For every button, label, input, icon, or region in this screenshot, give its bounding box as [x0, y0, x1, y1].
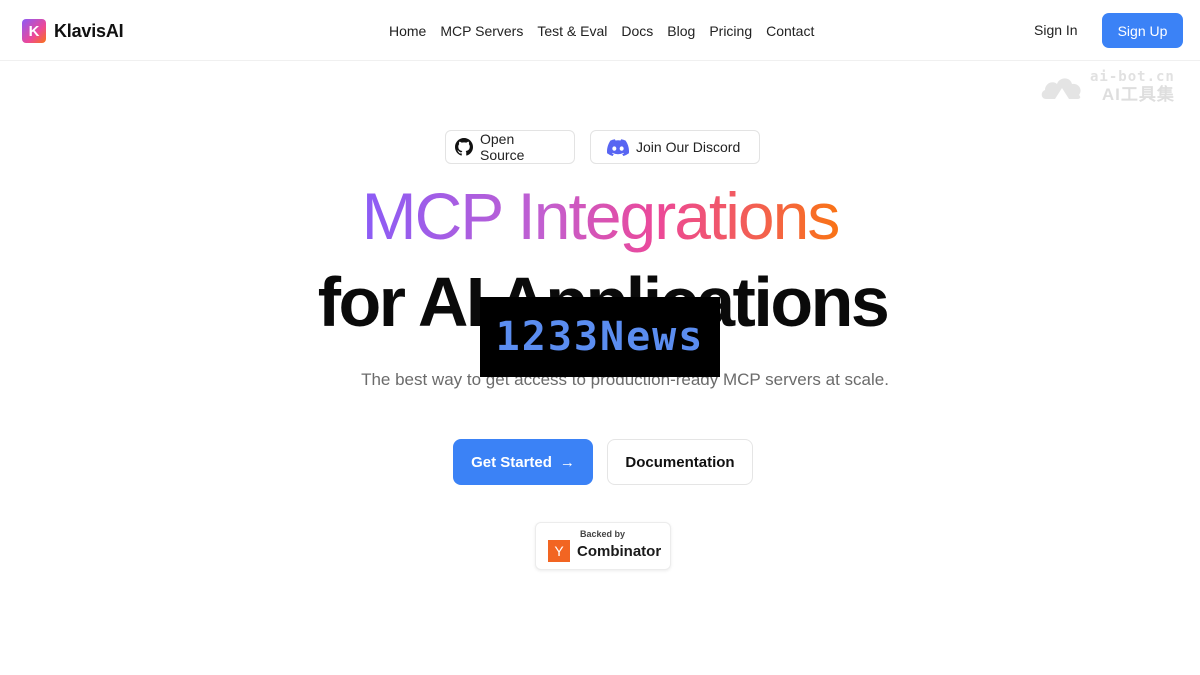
hero-gradient-text: MCP Integrations [361, 179, 841, 253]
documentation-button[interactable]: Documentation [607, 439, 753, 485]
hero-title-line1: MCP Integrations [0, 178, 1200, 254]
nav-pricing[interactable]: Pricing [709, 23, 752, 39]
discord-icon [607, 138, 629, 156]
open-source-label: Open Source [480, 131, 525, 163]
nav-contact[interactable]: Contact [766, 23, 814, 39]
join-discord-button[interactable]: Join Our Discord [590, 130, 760, 164]
arrow-right-icon: → [559, 453, 575, 471]
join-discord-label: Join Our Discord [636, 139, 741, 155]
overlay-watermark-badge: 1233News [480, 297, 720, 377]
sign-in-link[interactable]: Sign In [1034, 22, 1078, 38]
yc-backed-badge[interactable]: Backed by Y Combinator [535, 522, 671, 570]
watermark: ai-bot.cn AI工具集 [1040, 70, 1175, 103]
overlay-watermark-text: 1233News [495, 314, 705, 360]
brand-logo[interactable]: K KlavisAI [22, 19, 124, 43]
combinator-label: Combinator [577, 543, 662, 560]
brand-mark-icon: K [22, 19, 46, 43]
cloud-logo-icon [1041, 77, 1081, 99]
nav-blog[interactable]: Blog [667, 23, 695, 39]
get-started-button[interactable]: Get Started → [453, 439, 593, 485]
backed-by-label: Backed by [580, 529, 626, 539]
open-source-button[interactable]: Open Source [445, 130, 575, 164]
brand-name: KlavisAI [54, 20, 124, 41]
nav-home[interactable]: Home [389, 23, 426, 39]
nav-docs[interactable]: Docs [621, 23, 653, 39]
nav-mcp-servers[interactable]: MCP Servers [440, 23, 523, 39]
main-nav: Home MCP Servers Test & Eval Docs Blog P… [389, 23, 814, 39]
sign-up-button[interactable]: Sign Up [1102, 13, 1183, 48]
watermark-url: ai-bot.cn [1090, 69, 1175, 85]
get-started-label: Get Started [471, 453, 552, 471]
github-icon [455, 138, 473, 156]
watermark-name: AI工具集 [1101, 85, 1175, 104]
site-header: K KlavisAI Home MCP Servers Test & Eval … [0, 0, 1200, 61]
y-combinator-icon: Y [548, 540, 570, 562]
nav-test-eval[interactable]: Test & Eval [537, 23, 607, 39]
